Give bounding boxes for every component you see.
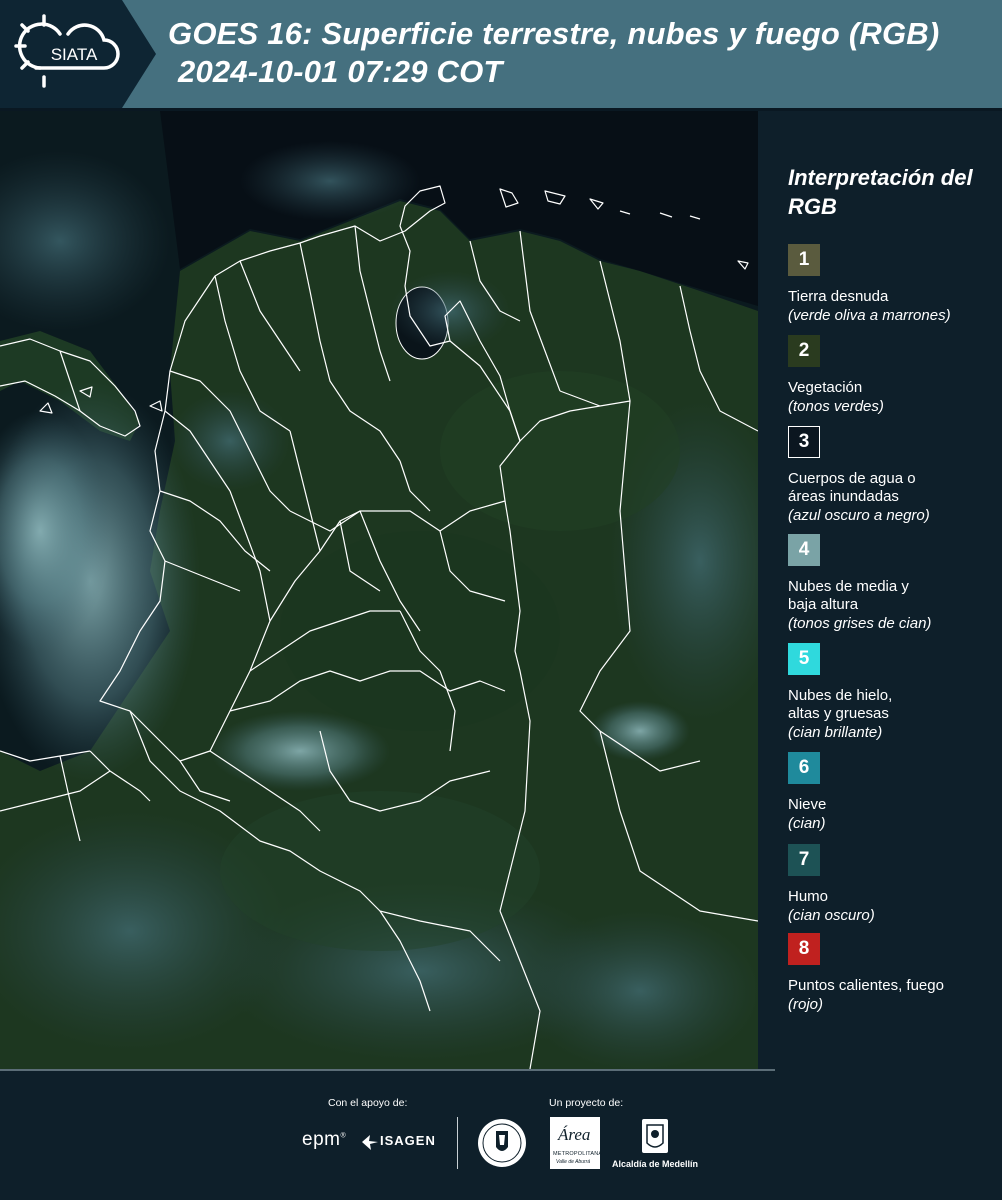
alcaldia-logo [640,1117,670,1162]
epm-logo: epm® [302,1129,347,1150]
page-header: SIATA GOES 16: Superficie terrestre, nub… [0,0,1002,108]
timestamp: 2024-10-01 07:29 COT [178,54,503,89]
legend-desc: (tonos verdes) [788,398,884,415]
legend-item-smoke: 7 Humo (cian oscuro) [788,844,998,925]
isagen-icon [362,1135,378,1150]
legend-desc: (cian brillante) [788,724,883,741]
legend-swatch: 5 [788,643,820,675]
legend-label: Cuerpos de agua o áreas inundadas [788,470,916,505]
legend-swatch: 6 [788,752,820,784]
legend-swatch: 1 [788,244,820,276]
legend-item-ice-clouds: 5 Nubes de hielo, altas y gruesas (cian … [788,643,998,742]
legend-label: Humo [788,888,829,905]
legend-label: Vegetación [788,379,863,396]
legend-desc: (cian oscuro) [788,907,875,924]
legend-swatch: 4 [788,534,820,566]
legend-item-fire: 8 Puntos calientes, fuego (rojo) [788,933,998,1014]
footer-divider [457,1117,458,1169]
legend-desc: (tonos grises de cian) [788,615,932,632]
legend-item-water: 3 Cuerpos de agua o áreas inundadas (azu… [788,426,998,525]
project-caption: Un proyecto de: [549,1097,624,1109]
legend-desc: (cian) [788,815,826,832]
page-footer: Con el apoyo de: Un proyecto de: epm® IS… [0,1071,1002,1200]
satellite-map [0,111,758,1069]
legend-item-vegetation: 2 Vegetación (tonos verdes) [788,335,998,416]
legend-swatch: 8 [788,933,820,965]
legend-desc: (azul oscuro a negro) [788,507,930,524]
rgb-legend: Interpretación del RGB 1 Tierra desnuda … [760,111,1002,1069]
seal-logo [476,1117,528,1174]
satellite-map-image [0,111,758,1069]
sun-cloud-icon: SIATA [0,0,156,108]
legend-swatch: 2 [788,335,820,367]
legend-label: Nubes de hielo, altas y gruesas [788,687,893,722]
legend-item-bare-soil: 1 Tierra desnuda (verde oliva a marrones… [788,244,998,325]
seal-icon [478,1119,526,1167]
legend-item-low-clouds: 4 Nubes de media y baja altura (tonos gr… [788,534,998,633]
legend-title: Interpretación del RGB [788,165,973,219]
area-metropolitana-logo: Área METROPOLITANA Valle de Aburrá [550,1117,602,1169]
legend-swatch: 7 [788,844,820,876]
legend-swatch: 3 [788,426,820,458]
legend-item-snow: 6 Nieve (cian) [788,752,998,833]
legend-desc: (verde oliva a marrones) [788,307,951,324]
alcaldia-label: Alcaldía de Medellín [612,1159,699,1169]
page-title: GOES 16: Superficie terrestre, nubes y f… [168,16,940,51]
siata-logo: SIATA [0,0,160,108]
legend-label: Nubes de media y baja altura [788,578,909,613]
support-caption: Con el apoyo de: [328,1097,408,1109]
legend-desc: (rojo) [788,996,824,1013]
coat-of-arms-icon [642,1119,668,1153]
legend-label: Tierra desnuda [788,288,889,305]
legend-label: Puntos calientes, fuego [788,977,944,994]
legend-label: Nieve [788,796,827,813]
svg-text:SIATA: SIATA [51,45,98,64]
